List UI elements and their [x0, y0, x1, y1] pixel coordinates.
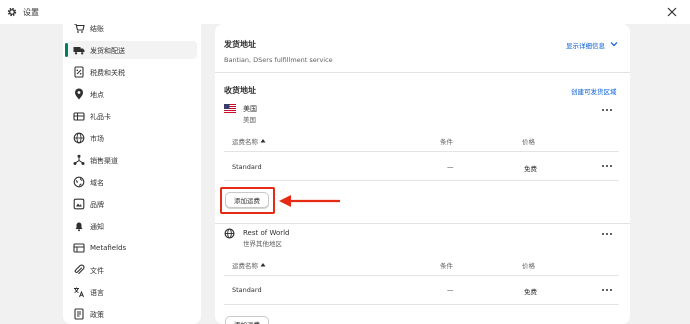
sidebar-item-shipping[interactable]: 发货和配送: [65, 41, 197, 59]
sidebar-item-label: 通知: [90, 223, 104, 231]
window-header: 设置: [0, 0, 690, 24]
truck-icon: [73, 47, 85, 55]
rate-more-actions-button[interactable]: [601, 162, 613, 170]
metafields-icon: [73, 243, 85, 253]
sidebar-item-markets[interactable]: 市场: [67, 129, 197, 147]
close-icon[interactable]: [666, 6, 678, 18]
sidebar-item-gift-cards[interactable]: 礼品卡: [67, 107, 197, 125]
column-header-rate-name[interactable]: 运费名称: [232, 260, 258, 270]
sidebar-item-checkout[interactable]: 结账: [67, 24, 197, 37]
annotation-arrow: [279, 195, 340, 207]
rate-condition: —: [447, 163, 454, 171]
tax-icon: [74, 66, 84, 78]
rate-name: Standard: [232, 163, 262, 171]
zone-name: 美国: [243, 105, 257, 113]
column-header-condition: 条件: [440, 262, 453, 270]
chevron-down-icon[interactable]: [610, 41, 618, 47]
table-divider: [224, 151, 619, 152]
attachment-icon: [74, 264, 85, 275]
zone-subname: 美国: [243, 116, 256, 124]
sidebar-item-domains[interactable]: 域名: [67, 173, 197, 191]
rate-price: 免费: [524, 288, 537, 296]
column-header-rate-name[interactable]: 运费名称: [232, 136, 258, 146]
gift-card-icon: [73, 112, 85, 121]
sidebar-item-taxes[interactable]: 税费和关税: [67, 63, 197, 81]
section-divider: [215, 72, 630, 73]
column-header-price: 价格: [522, 262, 535, 270]
us-flag-icon: [224, 104, 236, 113]
sidebar-item-label: 域名: [90, 179, 104, 187]
column-header-condition: 条件: [440, 138, 453, 146]
rate-more-actions-button[interactable]: [601, 286, 613, 294]
sidebar-item-label: 礼品卡: [90, 113, 111, 121]
zone-more-actions-button[interactable]: [601, 106, 613, 114]
rate-price: 免费: [524, 165, 537, 173]
table-divider: [224, 180, 619, 181]
sidebar-item-label: 发货和配送: [90, 47, 125, 55]
domain-globe-icon: [73, 176, 85, 188]
sidebar-item-label: 地点: [90, 91, 104, 99]
show-details-link[interactable]: 显示详细信息: [566, 40, 605, 50]
section-divider: [215, 223, 630, 224]
sidebar-item-languages[interactable]: 语言: [67, 283, 197, 301]
brand-icon: [73, 198, 85, 210]
create-zone-link[interactable]: 创建可发货区域: [571, 86, 617, 96]
origin-subtitle: Bantian, DSers fulfillment service: [224, 56, 333, 64]
table-divider: [224, 304, 619, 305]
sidebar-item-label: 文件: [90, 267, 104, 275]
sidebar-item-sales-channels[interactable]: 销售渠道: [67, 151, 197, 169]
table-divider: [224, 275, 619, 276]
sidebar-item-label: 政策: [90, 311, 104, 319]
rate-condition: —: [447, 286, 454, 294]
zone-more-actions-button[interactable]: [601, 230, 613, 238]
sort-ascending-icon[interactable]: [260, 138, 266, 143]
sidebar-item-label: 语言: [90, 289, 104, 297]
sidebar-item-label: 销售渠道: [90, 157, 118, 165]
sort-ascending-icon[interactable]: [260, 262, 266, 267]
shipping-settings-panel: 发货地址 Bantian, DSers fulfillment service …: [215, 24, 630, 324]
sidebar-item-label: 结账: [90, 25, 104, 33]
channels-icon: [73, 154, 85, 165]
highlight-box: [220, 187, 275, 214]
sidebar-item-policies[interactable]: 政策: [67, 305, 197, 323]
sidebar-item-label: Metafields: [90, 244, 127, 252]
sidebar-item-files[interactable]: 文件: [67, 261, 197, 279]
window-title: 设置: [23, 8, 39, 17]
add-rate-button[interactable]: 添加运费: [225, 316, 269, 324]
globe-icon: [73, 132, 85, 144]
rate-name: Standard: [232, 286, 262, 294]
globe-icon: [224, 228, 235, 239]
sidebar-item-label: 市场: [90, 135, 104, 143]
cart-icon: [74, 24, 85, 33]
sidebar-item-label: 税费和关税: [90, 69, 125, 77]
sidebar-item-notifications[interactable]: 通知: [67, 217, 197, 235]
sidebar-item-label: 品牌: [90, 201, 104, 209]
column-header-price: 价格: [522, 138, 535, 146]
location-pin-icon: [75, 88, 83, 100]
origin-title: 发货地址: [224, 40, 256, 49]
policy-icon: [74, 308, 84, 320]
sidebar-item-metafields[interactable]: Metafields: [67, 239, 197, 257]
translate-icon: [74, 287, 84, 298]
settings-sidebar: 结账 发货和配送 税费和关税 地点 礼品卡 市场 销售渠道 域名 品牌 通知 M…: [63, 24, 201, 324]
sidebar-item-locations[interactable]: 地点: [67, 85, 197, 103]
zones-title: 收货地址: [224, 86, 256, 95]
gear-icon: [7, 7, 17, 17]
bell-icon: [75, 222, 83, 232]
sidebar-item-brand[interactable]: 品牌: [67, 195, 197, 213]
zone-subname: 世界其他地区: [243, 240, 282, 248]
zone-name: Rest of World: [243, 229, 290, 237]
